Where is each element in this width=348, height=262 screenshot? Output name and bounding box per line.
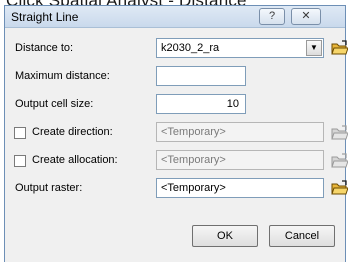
output-raster-browse-button[interactable] [329, 178, 348, 198]
create-direction-checkbox[interactable] [14, 127, 26, 139]
create-direction-label: Create direction: [32, 126, 113, 138]
create-allocation-browse-button[interactable] [329, 151, 348, 171]
distance-to-browse-button[interactable] [329, 38, 348, 58]
maximum-distance-label: Maximum distance: [15, 70, 110, 82]
create-allocation-label: Create allocation: [32, 154, 118, 166]
dialog-title: Straight Line [11, 10, 79, 24]
output-raster-label: Output raster: [15, 182, 83, 194]
output-cell-size-label: Output cell size: [15, 98, 94, 110]
output-cell-size-input[interactable]: 10 [156, 94, 246, 114]
create-allocation-checkbox[interactable] [14, 155, 26, 167]
maximum-distance-input[interactable] [156, 66, 246, 86]
title-bar[interactable]: Straight Line ? ✕ [5, 6, 345, 28]
distance-to-dropdown[interactable]: k2030_2_ra ▼ [156, 38, 324, 58]
open-folder-icon [331, 40, 348, 55]
cancel-button[interactable]: Cancel [269, 225, 335, 247]
ok-button[interactable]: OK [192, 225, 258, 247]
open-folder-icon [331, 180, 348, 195]
create-direction-input[interactable]: <Temporary> [156, 122, 324, 142]
help-button[interactable]: ? [259, 8, 285, 25]
chevron-down-icon[interactable]: ▼ [306, 40, 322, 56]
straight-line-dialog: Straight Line ? ✕ Distance to: k2030_2_r… [4, 5, 348, 262]
open-folder-icon [331, 153, 348, 168]
distance-to-label: Distance to: [15, 42, 74, 54]
open-folder-icon [331, 125, 348, 140]
create-allocation-input[interactable]: <Temporary> [156, 150, 324, 170]
close-button[interactable]: ✕ [291, 8, 321, 25]
create-direction-browse-button[interactable] [329, 123, 348, 143]
distance-to-value: k2030_2_ra [161, 42, 220, 54]
output-raster-input[interactable]: <Temporary> [156, 178, 324, 198]
